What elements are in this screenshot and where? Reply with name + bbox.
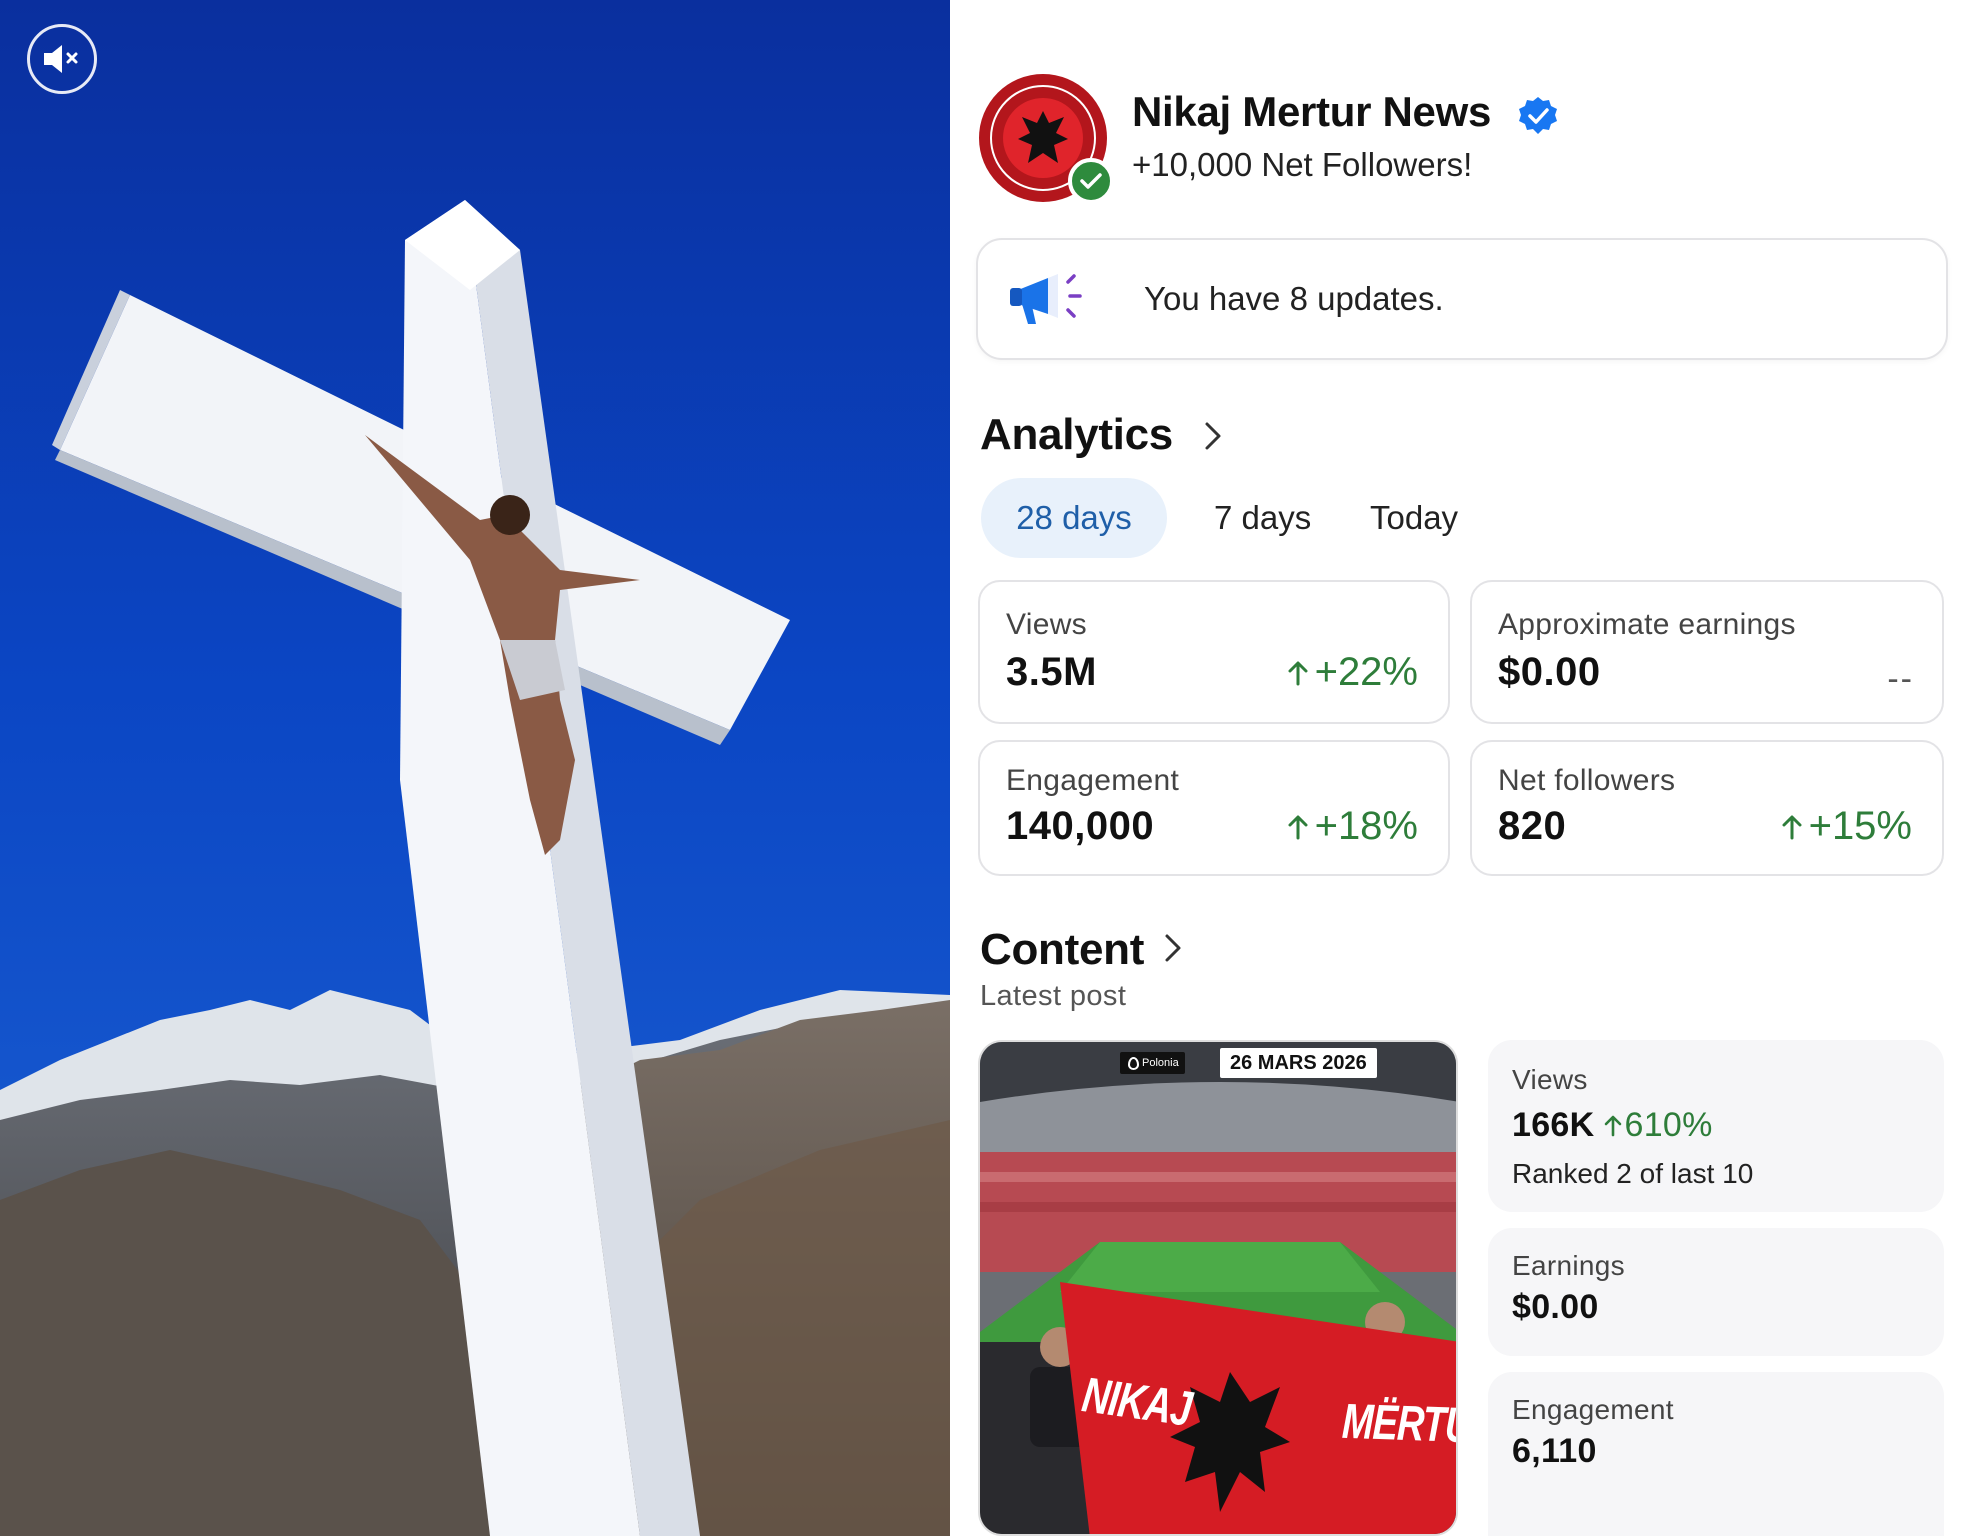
post-earnings-label: Earnings: [1512, 1250, 1625, 1281]
post-rank-text: Ranked 2 of last 10: [1512, 1158, 1754, 1189]
net-followers-stat-card[interactable]: Net followers 820 +15%: [1470, 740, 1944, 876]
video-player[interactable]: [0, 0, 950, 1536]
views-change-value: +22%: [1314, 650, 1418, 694]
earnings-stat-card[interactable]: Approximate earnings $0.00 --: [1470, 580, 1944, 724]
arrow-up-icon: [1782, 815, 1802, 839]
page-title: Nikaj Mertur News: [1132, 88, 1492, 135]
earnings-change: --: [1887, 660, 1914, 698]
megaphone-icon: [1008, 268, 1086, 332]
chevron-right-icon[interactable]: [1202, 420, 1224, 452]
updates-card[interactable]: You have 8 updates.: [976, 238, 1948, 360]
cross-photo: [0, 0, 950, 1536]
chevron-right-icon[interactable]: [1162, 932, 1184, 964]
post-views-value: 166K: [1512, 1106, 1595, 1144]
analytics-heading[interactable]: Analytics: [980, 410, 1173, 460]
earnings-value: $0.00: [1498, 650, 1601, 694]
post-views-metric[interactable]: Views 166K 610% Ranked 2 of last 10: [1488, 1040, 1944, 1212]
post-views-change-value: 610%: [1624, 1106, 1713, 1144]
updates-text: You have 8 updates.: [1144, 280, 1444, 317]
post-engagement-metric[interactable]: Engagement 6,110: [1488, 1372, 1944, 1536]
flag-text-right: MËRTUR: [1341, 1394, 1458, 1455]
post-earnings-metric[interactable]: Earnings $0.00: [1488, 1228, 1944, 1356]
stadium-photo: [980, 1042, 1456, 1534]
views-change: +22%: [1287, 650, 1418, 695]
verified-badge-icon: [1518, 96, 1558, 136]
views-stat-card[interactable]: Views 3.5M +22%: [978, 580, 1450, 724]
net-followers-value: 820: [1498, 804, 1567, 848]
arrow-up-icon: [1288, 661, 1308, 685]
tab-28-days[interactable]: 28 days: [981, 478, 1167, 558]
views-value: 3.5M: [1006, 650, 1097, 694]
post-views-label: Views: [1512, 1064, 1588, 1095]
arrow-up-icon: [1288, 815, 1308, 839]
latest-post-label: Latest post: [980, 980, 1127, 1012]
location-badge: Polonia: [1120, 1052, 1185, 1074]
profile-subtitle: +10,000 Net Followers!: [1132, 146, 1473, 183]
tab-today[interactable]: Today: [1370, 478, 1458, 558]
professional-dashboard: Nikaj Mertur News +10,000 Net Followers!…: [950, 0, 1973, 1536]
engagement-change-value: +18%: [1314, 804, 1418, 848]
post-engagement-value: 6,110: [1512, 1432, 1597, 1470]
speaker-muted-icon: [44, 45, 78, 73]
earnings-label: Approximate earnings: [1498, 608, 1796, 641]
tab-7-days[interactable]: 7 days: [1214, 478, 1311, 558]
active-status-icon: [1068, 158, 1114, 204]
net-followers-label: Net followers: [1498, 764, 1676, 797]
engagement-change: +18%: [1287, 804, 1418, 849]
post-views-value-row: 166K 610%: [1512, 1106, 1713, 1145]
date-badge: 26 MARS 2026: [1220, 1048, 1377, 1078]
net-followers-change: +15%: [1781, 804, 1912, 849]
content-heading[interactable]: Content: [980, 925, 1144, 975]
post-views-change: 610%: [1604, 1106, 1712, 1144]
net-followers-change-value: +15%: [1808, 804, 1912, 848]
post-engagement-label: Engagement: [1512, 1394, 1674, 1425]
engagement-value: 140,000: [1006, 804, 1155, 848]
engagement-label: Engagement: [1006, 764, 1180, 797]
arrow-up-icon: [1605, 1115, 1622, 1137]
mute-button[interactable]: [27, 24, 97, 94]
post-earnings-value: $0.00: [1512, 1288, 1599, 1326]
views-label: Views: [1006, 608, 1087, 641]
engagement-stat-card[interactable]: Engagement 140,000 +18%: [978, 740, 1450, 876]
latest-post-thumbnail[interactable]: Polonia 26 MARS 2026 NIKAJ MËRTUR: [978, 1040, 1458, 1536]
